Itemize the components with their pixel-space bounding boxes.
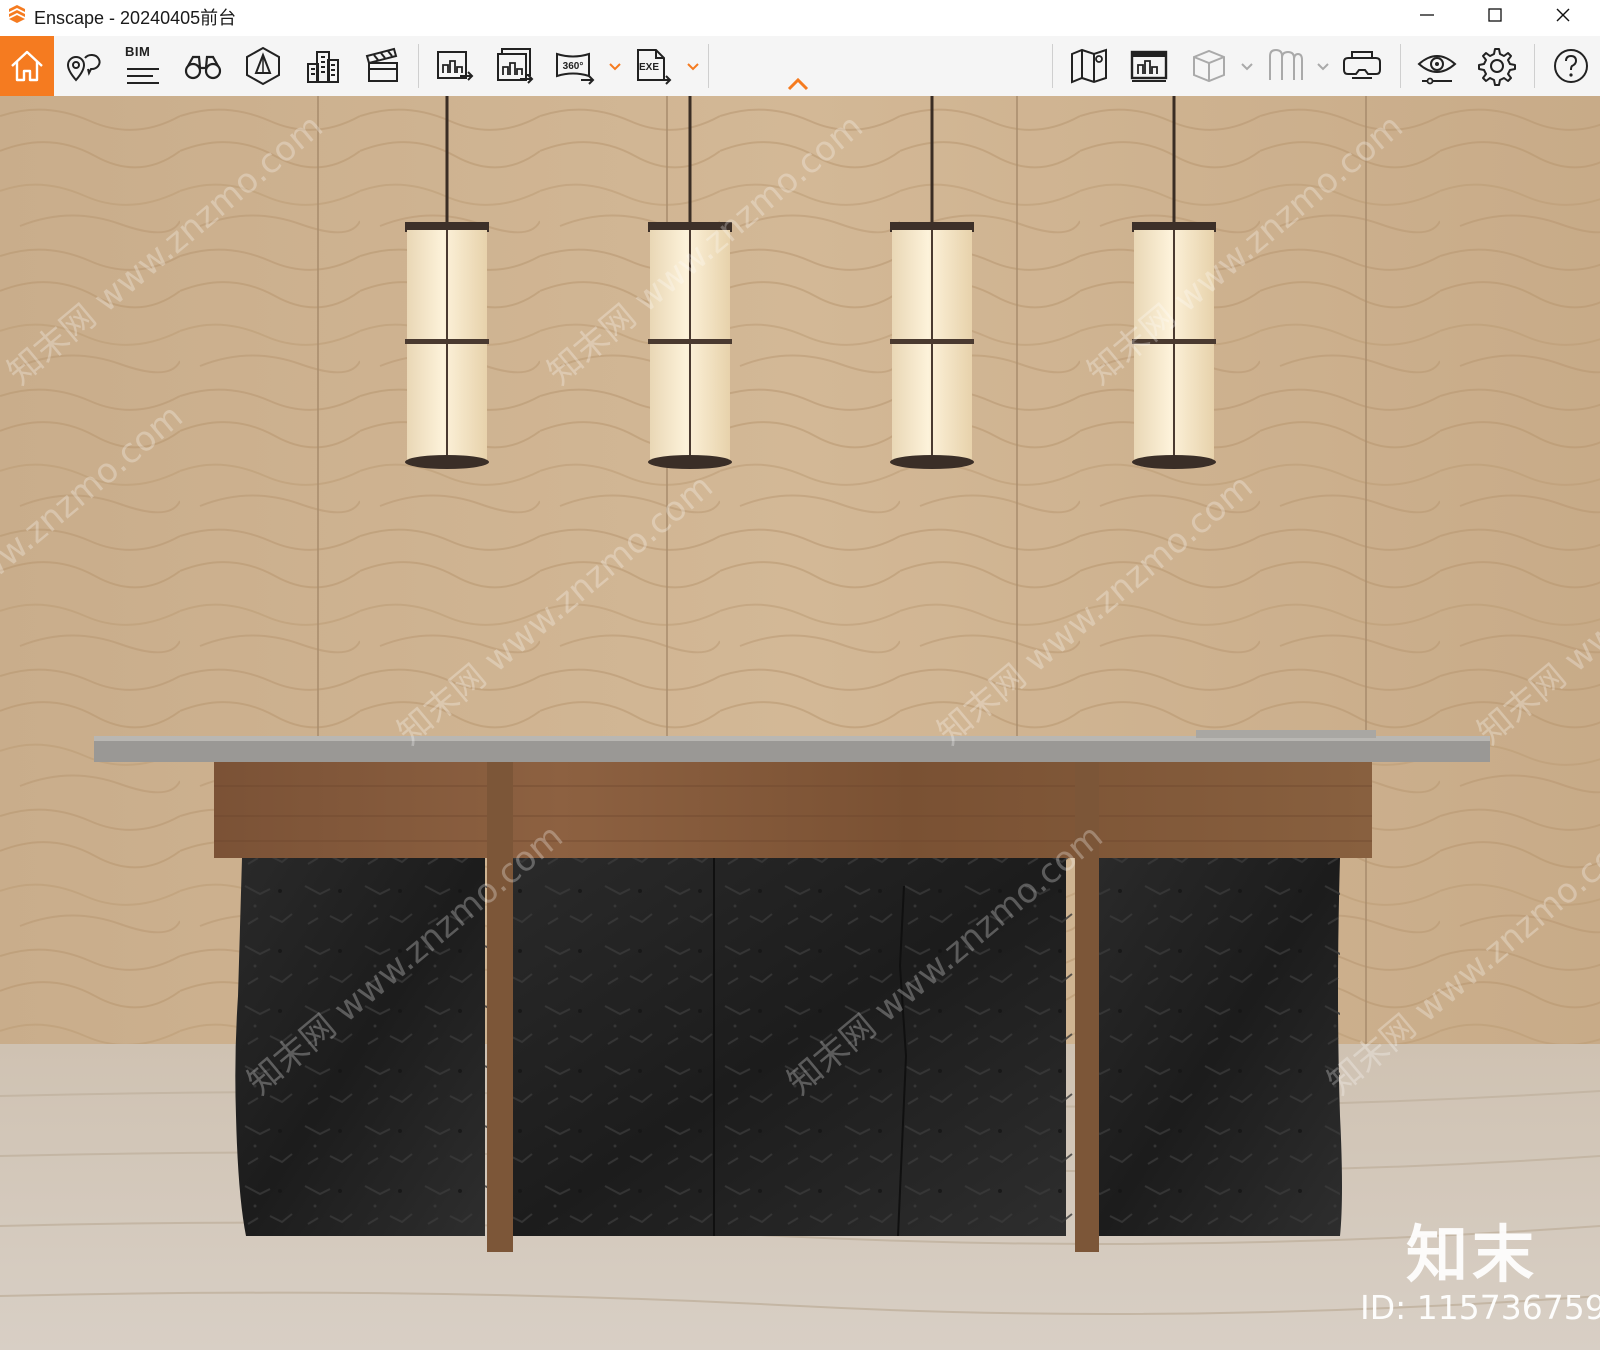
export-exe-label: EXE [639,62,659,73]
collapse-toolbar-arrow-icon[interactable] [786,76,810,92]
map-pin-icon [66,54,101,82]
minimap-icon [1071,48,1107,84]
asset-library-icon [246,46,280,86]
bim-button[interactable]: BIM [116,36,170,96]
toolbar-separator [1400,44,1401,88]
render-image-button[interactable] [428,36,482,96]
buildings-button[interactable] [296,36,350,96]
toolbar-separator [1052,44,1053,88]
batch-render-icon [497,48,534,84]
cube-icon [1193,49,1225,83]
enscape-logo-icon [9,5,25,23]
cube-button[interactable] [1182,36,1236,96]
vr-headset-icon [1343,51,1381,79]
visual-settings-icon [1417,55,1457,85]
home-button[interactable] [0,36,54,96]
close-button[interactable] [1540,0,1586,29]
export-exe-button[interactable]: EXE [626,36,680,96]
render-viewport[interactable]: 知末网 www.znzmo.com 知末网 www.znzmo.com 知末网 … [0,96,1600,1350]
views-button[interactable] [56,36,110,96]
chevron-down-icon[interactable] [1240,60,1254,74]
reception-desk [94,730,1490,1252]
bim-icon [127,68,159,84]
panorama-button[interactable]: 360° [548,36,602,96]
toolbar-separator [418,44,419,88]
settings-button[interactable] [1470,36,1524,96]
bim-label: BIM [125,44,151,59]
help-button[interactable] [1544,36,1598,96]
panorama-360-icon: 360° [556,52,595,85]
export-exe-icon: EXE [637,49,672,85]
buildings-icon [307,51,339,83]
panorama-label: 360° [563,61,584,72]
maximize-button[interactable] [1472,0,1518,29]
znzmo-logo: 知末 [1406,1218,1539,1291]
chevron-down-icon[interactable] [1316,60,1330,74]
title-bar: Enscape - 20240405前台 [0,0,1600,29]
video-editor-button[interactable] [356,36,410,96]
monitor-icon [1130,50,1168,82]
rendered-scene: 知末网 www.znzmo.com 知末网 www.znzmo.com 知末网 … [0,96,1600,1350]
clapperboard-icon [365,47,398,82]
monitor-button[interactable] [1122,36,1176,96]
minimize-button[interactable] [1404,0,1450,29]
minimize-icon [1420,13,1434,16]
minimap-button[interactable] [1062,36,1116,96]
chevron-down-icon[interactable] [686,60,700,74]
close-icon [1556,8,1570,21]
maximize-icon [1488,7,1502,22]
chevron-down-icon[interactable] [608,60,622,74]
visual-settings-button[interactable] [1410,36,1464,96]
batch-render-button[interactable] [488,36,542,96]
toolbar-separator [708,44,709,88]
material-button[interactable] [1258,36,1312,96]
toolbar-separator [1534,44,1535,88]
binoculars-button[interactable] [176,36,230,96]
home-icon [11,50,43,82]
asset-library-button[interactable] [236,36,290,96]
image-id-label: ID: 1157367591 [1360,1288,1600,1327]
material-icon [1269,48,1303,80]
help-icon [1554,49,1588,83]
settings-gear-icon [1478,48,1516,86]
vr-headset-button[interactable] [1336,36,1390,96]
binoculars-icon [184,55,222,80]
render-image-icon [437,51,474,81]
window-title: Enscape - 20240405前台 [34,8,237,28]
